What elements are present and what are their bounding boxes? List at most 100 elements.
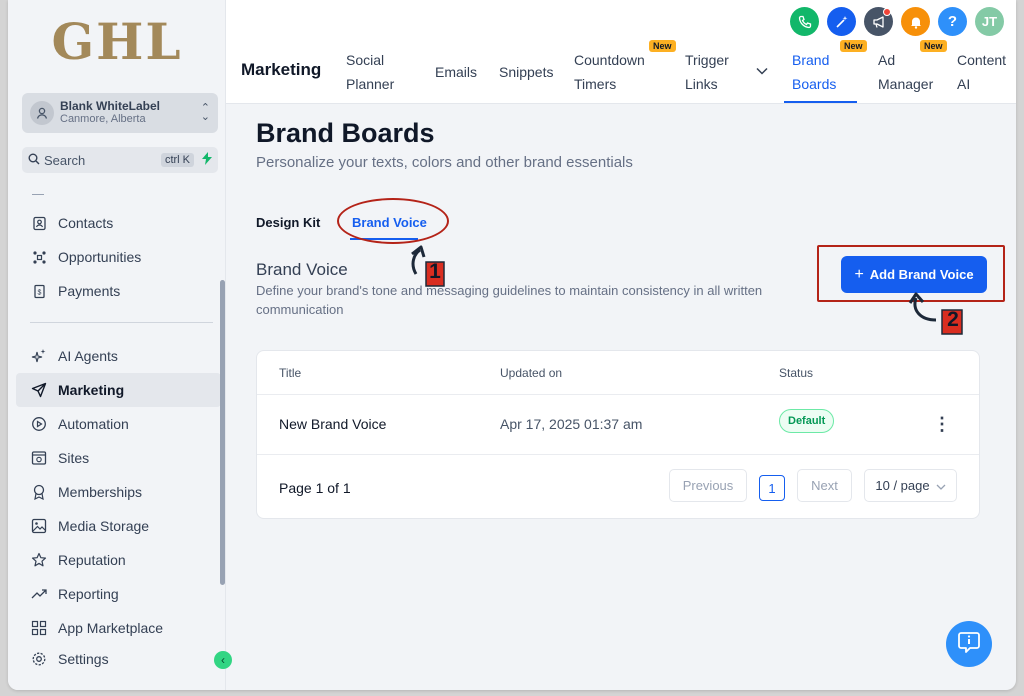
tab-snippets[interactable]: Snippets bbox=[499, 60, 553, 84]
sidebar-item-media-storage[interactable]: Media Storage bbox=[16, 509, 221, 543]
sidebar: GHL Blank WhiteLabel Canmore, Alberta ⌃ ⌄… bbox=[8, 0, 226, 690]
sidebar-item-label: Contacts bbox=[58, 215, 114, 231]
location-icon bbox=[30, 101, 54, 125]
tab-label: Content bbox=[957, 52, 1007, 68]
phone-icon[interactable] bbox=[790, 7, 819, 36]
tab-content-ai[interactable]: Content AI bbox=[957, 48, 1006, 96]
tab-trigger-links[interactable]: Trigger Links bbox=[685, 48, 729, 96]
page-number-current[interactable]: 1 bbox=[759, 475, 785, 501]
tab-label: Links bbox=[685, 76, 718, 92]
sidebar-item-payments[interactable]: $ Payments bbox=[16, 274, 221, 308]
sidebar-item-marketing[interactable]: Marketing bbox=[16, 373, 221, 407]
previous-page-button[interactable]: Previous bbox=[669, 469, 747, 502]
tab-label: Brand bbox=[792, 52, 830, 68]
payments-icon: $ bbox=[30, 282, 48, 300]
tab-ad-manager[interactable]: Ad Manager bbox=[878, 48, 933, 96]
tab-label: Manager bbox=[878, 76, 934, 92]
top-header: ? JT Marketing Social Planner Emails Sni… bbox=[226, 0, 1016, 104]
search-shortcut: ctrl K bbox=[160, 153, 194, 167]
sidebar-scrollbar[interactable] bbox=[220, 280, 225, 585]
sidebar-item-label: Media Storage bbox=[58, 518, 150, 534]
sidebar-item-opportunities[interactable]: Opportunities bbox=[16, 240, 221, 274]
chevron-left-icon: ‹ bbox=[221, 653, 225, 667]
page-title: Brand Boards bbox=[256, 118, 435, 148]
tab-label: Social bbox=[346, 52, 385, 68]
announcement-icon[interactable] bbox=[864, 7, 893, 36]
account-location: Canmore, Alberta bbox=[60, 113, 146, 125]
bolt-icon[interactable] bbox=[202, 152, 212, 168]
magic-wand-icon[interactable] bbox=[827, 7, 856, 36]
search-label: Search bbox=[44, 152, 86, 168]
subtab-design-kit[interactable]: Design Kit bbox=[256, 215, 320, 230]
sidebar-item-label: Sites bbox=[58, 450, 90, 466]
sidebar-item-memberships[interactable]: Memberships bbox=[16, 475, 221, 509]
user-avatar[interactable]: JT bbox=[975, 7, 1004, 36]
sites-icon bbox=[30, 449, 48, 467]
nav-divider bbox=[30, 322, 213, 323]
sidebar-item-settings[interactable]: Settings bbox=[16, 645, 221, 673]
tab-label: Boards bbox=[792, 76, 837, 92]
sidebar-item-label: Reputation bbox=[58, 552, 126, 568]
user-initials: JT bbox=[981, 14, 998, 29]
help-icon[interactable]: ? bbox=[938, 7, 967, 36]
table-row[interactable]: New Brand Voice Apr 17, 2025 01:37 am De… bbox=[257, 395, 979, 455]
sidebar-item-reporting[interactable]: Reporting bbox=[16, 577, 221, 611]
grid-icon bbox=[30, 619, 48, 637]
image-icon bbox=[30, 517, 48, 535]
award-icon bbox=[30, 483, 48, 501]
tab-label: Countdown bbox=[574, 52, 645, 68]
column-status: Status bbox=[779, 366, 814, 380]
next-page-button[interactable]: Next bbox=[797, 469, 852, 502]
sidebar-item-contacts[interactable]: Contacts bbox=[16, 206, 221, 240]
chevron-down-icon bbox=[936, 478, 946, 493]
more-options-icon[interactable]: ⋮ bbox=[933, 409, 951, 439]
sidebar-item-label: Payments bbox=[58, 283, 121, 299]
gear-icon bbox=[30, 650, 48, 668]
main-content: Brand Boards Personalize your texts, col… bbox=[226, 104, 1016, 690]
per-page-value: 10 / page bbox=[875, 478, 930, 493]
chat-info-icon bbox=[957, 630, 981, 659]
row-updated: Apr 17, 2025 01:37 am bbox=[500, 416, 643, 432]
sidebar-item-automation[interactable]: Automation bbox=[16, 407, 221, 441]
sidebar-item-label: App Marketplace bbox=[58, 620, 164, 636]
page-info: Page 1 of 1 bbox=[279, 480, 351, 496]
sidebar-item-sites[interactable]: Sites bbox=[16, 441, 221, 475]
section-title: Marketing bbox=[241, 60, 322, 79]
search-input[interactable]: Search ctrl K bbox=[22, 147, 218, 173]
header-actions: ? JT bbox=[790, 7, 1004, 36]
notification-dot bbox=[883, 8, 891, 16]
sidebar-item-app-marketplace[interactable]: App Marketplace bbox=[16, 611, 221, 645]
sidebar-item-label: AI Agents bbox=[58, 348, 118, 364]
sidebar-item-reputation[interactable]: Reputation bbox=[16, 543, 221, 577]
account-switcher[interactable]: Blank WhiteLabel Canmore, Alberta ⌃ ⌄ bbox=[22, 93, 218, 133]
sidebar-item-label: Marketing bbox=[58, 382, 125, 398]
new-badge: New bbox=[649, 40, 676, 52]
page-subtitle: Personalize your texts, colors and other… bbox=[256, 154, 633, 171]
tab-social-planner[interactable]: Social Planner bbox=[346, 48, 394, 96]
support-chat-button[interactable] bbox=[946, 621, 992, 667]
tab-label: Emails bbox=[435, 64, 478, 80]
sidebar-item-label: Memberships bbox=[58, 484, 143, 500]
sidebar-item-label: Opportunities bbox=[58, 249, 142, 265]
tab-label: Planner bbox=[346, 76, 395, 92]
brand-logo[interactable]: GHL bbox=[8, 12, 226, 71]
column-updated: Updated on bbox=[500, 366, 563, 380]
search-icon bbox=[28, 153, 40, 168]
tab-label: AI bbox=[957, 76, 971, 92]
tab-brand-boards[interactable]: Brand Boards bbox=[792, 48, 836, 96]
chevron-updown-icon: ⌃ ⌄ bbox=[200, 102, 210, 123]
sidebar-item-ai-agents[interactable]: AI Agents bbox=[16, 339, 221, 373]
column-title: Title bbox=[279, 366, 302, 380]
table-header: Title Updated on Status bbox=[257, 351, 979, 395]
new-badge: New bbox=[920, 40, 947, 52]
per-page-select[interactable]: 10 / page bbox=[864, 469, 957, 502]
pagination: Page 1 of 1 Previous 1 Next 10 / page bbox=[257, 455, 979, 519]
row-title[interactable]: New Brand Voice bbox=[279, 416, 386, 432]
chevron-down-icon[interactable] bbox=[756, 64, 768, 78]
bell-icon[interactable] bbox=[901, 7, 930, 36]
tab-emails[interactable]: Emails bbox=[435, 60, 477, 84]
sidebar-item-label: Settings bbox=[58, 651, 109, 667]
app-window: GHL Blank WhiteLabel Canmore, Alberta ⌃ ⌄… bbox=[8, 0, 1016, 690]
tab-countdown-timers[interactable]: Countdown Timers bbox=[574, 48, 645, 96]
sparkle-icon bbox=[30, 347, 48, 365]
